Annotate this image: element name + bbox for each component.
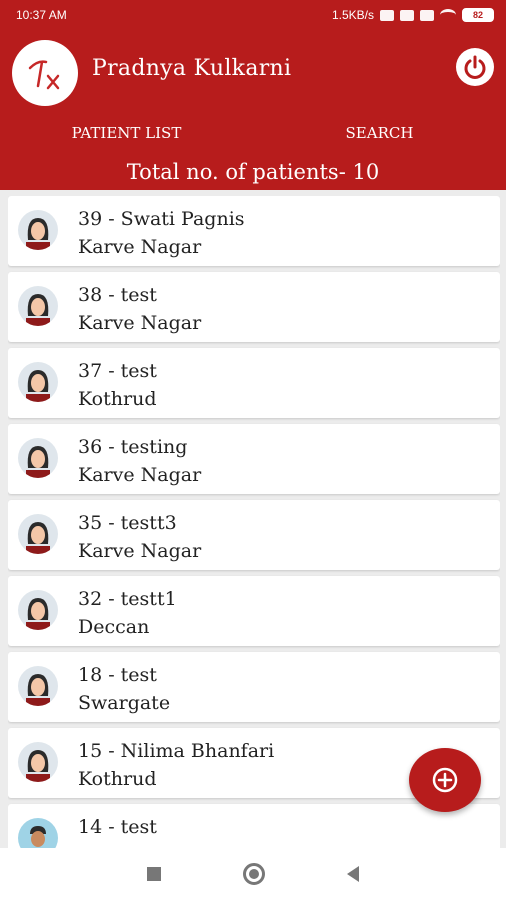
data-saver-icon <box>380 9 394 21</box>
patient-title: 35 - testt3 <box>78 512 177 534</box>
patient-area: Swargate <box>78 692 171 714</box>
female-avatar-icon <box>18 742 58 782</box>
add-patient-button[interactable] <box>409 748 481 812</box>
female-avatar-icon <box>18 438 58 478</box>
back-icon[interactable] <box>347 866 359 882</box>
alarm-icon <box>400 9 414 21</box>
patient-area: Deccan <box>78 616 150 638</box>
female-avatar-icon <box>18 362 58 402</box>
add-circle-icon <box>432 767 458 793</box>
patient-area: Karve Nagar <box>78 312 202 334</box>
list-item[interactable]: 37 - test Kothrud <box>8 348 500 418</box>
network-speed: 1.5KB/s <box>331 8 374 22</box>
home-icon[interactable] <box>243 863 265 885</box>
signal-icon <box>420 9 434 21</box>
total-patients-label: Total no. of patients- 10 <box>126 160 380 184</box>
app-header: Pradnya Kulkarni PATIENT LIST SEARCH Tot… <box>0 30 506 190</box>
patient-title: 14 - test <box>78 816 157 838</box>
list-item[interactable]: 38 - test Karve Nagar <box>8 272 500 342</box>
patient-list: 39 - Swati Pagnis Karve Nagar 38 - test … <box>8 196 500 848</box>
battery-icon: 82 <box>462 8 494 22</box>
power-icon[interactable] <box>456 48 494 86</box>
patient-title: 37 - test <box>78 360 157 382</box>
tab-search[interactable]: SEARCH <box>253 118 506 148</box>
patient-title: 32 - testt1 <box>78 588 177 610</box>
list-item[interactable]: 14 - test <box>8 804 500 848</box>
patient-title: 39 - Swati Pagnis <box>78 208 245 230</box>
list-item[interactable]: 36 - testing Karve Nagar <box>8 424 500 494</box>
recents-icon[interactable] <box>147 867 161 881</box>
patient-area: Kothrud <box>78 768 157 790</box>
female-avatar-icon <box>18 514 58 554</box>
female-avatar-icon <box>18 590 58 630</box>
patient-title: 18 - test <box>78 664 157 686</box>
status-time: 10:37 AM <box>16 8 67 22</box>
wifi-icon <box>440 9 456 21</box>
patient-area: Kothrud <box>78 388 157 410</box>
female-avatar-icon <box>18 666 58 706</box>
female-avatar-icon <box>18 286 58 326</box>
list-item[interactable]: 32 - testt1 Deccan <box>8 576 500 646</box>
patient-title: 36 - testing <box>78 436 188 458</box>
list-item[interactable]: 18 - test Swargate <box>8 652 500 722</box>
rx-logo-icon <box>12 40 78 106</box>
female-avatar-icon <box>18 210 58 250</box>
list-item[interactable]: 39 - Swati Pagnis Karve Nagar <box>8 196 500 266</box>
system-nav-bar <box>0 848 506 900</box>
patient-area: Karve Nagar <box>78 540 202 562</box>
status-bar: 10:37 AM 1.5KB/s 82 <box>0 0 506 30</box>
male-avatar-icon <box>18 818 58 848</box>
status-icons: 1.5KB/s 82 <box>332 8 494 22</box>
patient-area: Karve Nagar <box>78 464 202 486</box>
tab-bar: PATIENT LIST SEARCH <box>0 118 506 148</box>
patient-area: Karve Nagar <box>78 236 202 258</box>
patient-title: 38 - test <box>78 284 157 306</box>
list-item[interactable]: 35 - testt3 Karve Nagar <box>8 500 500 570</box>
tab-patient-list[interactable]: PATIENT LIST <box>0 118 253 148</box>
doctor-name: Pradnya Kulkarni <box>92 56 292 81</box>
patient-title: 15 - Nilima Bhanfari <box>78 740 275 762</box>
